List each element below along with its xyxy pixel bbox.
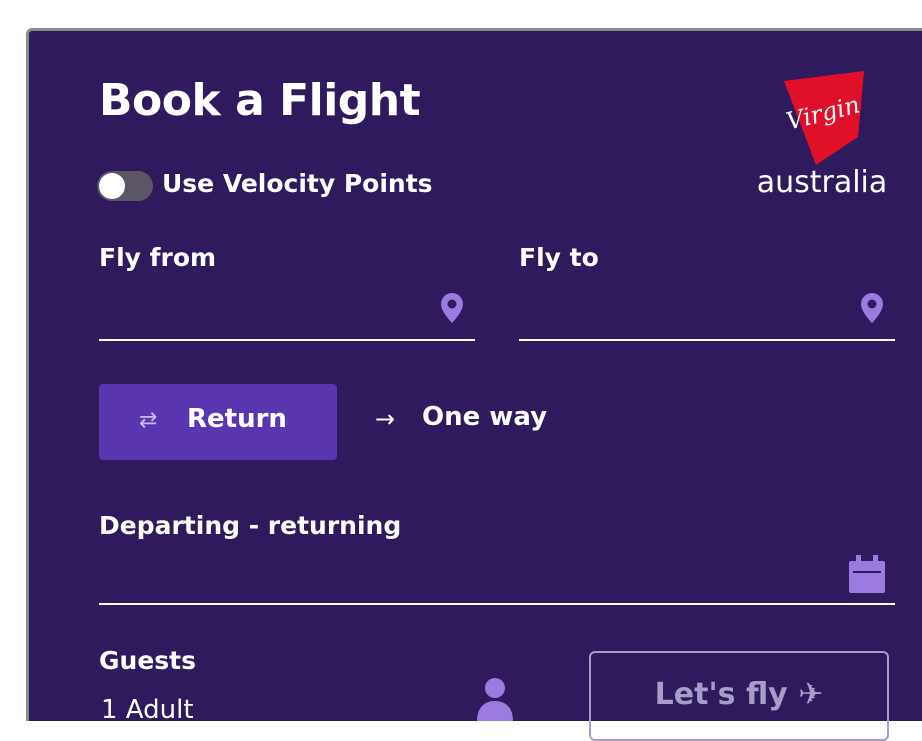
location-pin-icon xyxy=(861,293,883,323)
one-way-label: One way xyxy=(422,402,548,432)
page-title: Book a Flight xyxy=(99,75,421,126)
guests-label: Guests xyxy=(99,646,196,675)
fly-to-input[interactable] xyxy=(519,281,895,341)
plane-icon: ✈ xyxy=(798,677,824,712)
location-pin-icon xyxy=(441,293,463,323)
dates-underline xyxy=(99,603,895,605)
velocity-points-toggle[interactable] xyxy=(97,171,153,201)
person-icon xyxy=(477,678,513,721)
booking-panel: Book a Flight Use Velocity Points Virgin… xyxy=(26,28,922,741)
brand-wordmark: australia xyxy=(756,165,888,200)
swap-arrows-icon: ⇄ xyxy=(139,408,158,433)
dates-input[interactable] xyxy=(99,547,895,605)
virgin-logo-icon: Virgin xyxy=(783,71,864,165)
fly-to-underline xyxy=(519,339,895,341)
fly-from-input[interactable] xyxy=(99,281,475,341)
lets-fly-button[interactable]: Let's fly ✈ xyxy=(589,651,889,741)
velocity-points-label: Use Velocity Points xyxy=(162,169,433,198)
lets-fly-label: Let's fly ✈ xyxy=(654,677,824,712)
fly-from-underline xyxy=(99,339,475,341)
fly-from-label: Fly from xyxy=(99,243,217,272)
trip-type-return-button[interactable]: ⇄ Return xyxy=(99,384,337,460)
return-label: Return xyxy=(187,404,287,434)
right-arrow-icon: → xyxy=(375,405,396,433)
calendar-icon xyxy=(849,555,885,593)
fly-to-label: Fly to xyxy=(519,243,599,272)
toggle-knob xyxy=(99,173,125,199)
virgin-australia-logo: Virgin australia xyxy=(752,67,892,207)
dates-label: Departing - returning xyxy=(99,511,402,540)
